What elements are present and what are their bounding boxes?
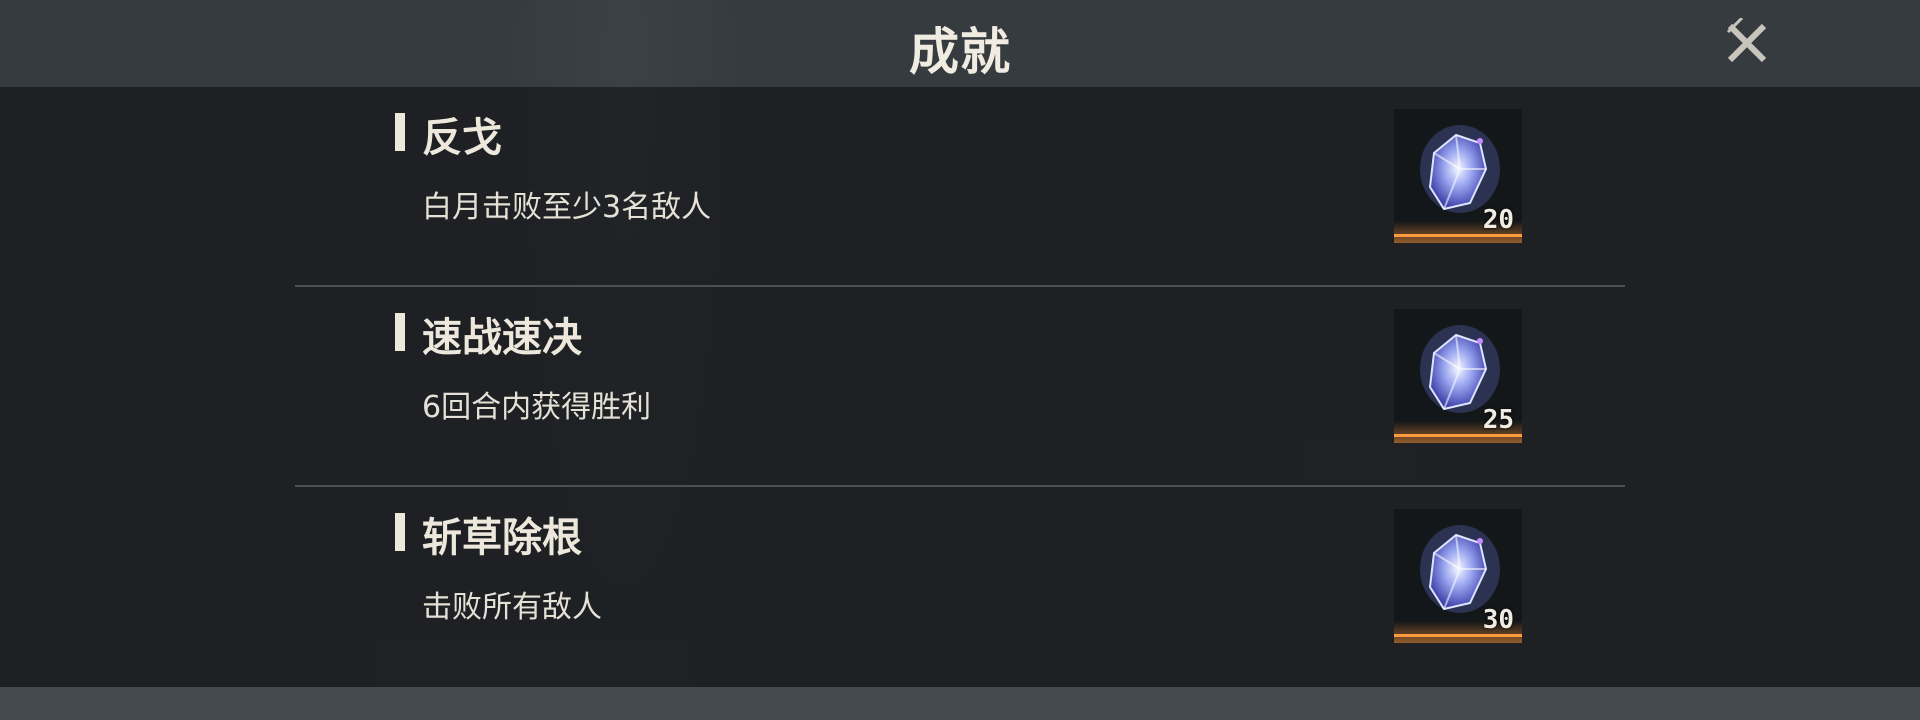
- achievement-row: 反戈 白月击败至少3名敌人 20: [0, 87, 1920, 287]
- reward-count: 20: [1482, 205, 1514, 235]
- achievement-row: 速战速决 6回合内获得胜利 25: [0, 287, 1920, 487]
- reward-item[interactable]: 20: [1394, 109, 1522, 243]
- page-title: 成就: [909, 23, 1011, 81]
- title-marker: [395, 113, 405, 151]
- achievement-description: 6回合内获得胜利: [422, 390, 652, 425]
- reward-item[interactable]: 25: [1394, 309, 1522, 443]
- reward-count: 25: [1482, 405, 1514, 435]
- achievement-title: 斩草除根: [422, 515, 582, 561]
- achievement-description: 白月击败至少3名敌人: [422, 190, 712, 225]
- title-marker: [395, 513, 405, 551]
- achievement-description: 击败所有敌人: [422, 590, 602, 625]
- bottom-strip: [0, 687, 1920, 720]
- achievement-panel: 反戈 白月击败至少3名敌人 20 速战速决 6回合内获得胜利 25 斩草除根 击…: [0, 87, 1920, 687]
- achievement-row: 斩草除根 击败所有敌人 30: [0, 487, 1920, 687]
- achievement-title: 速战速决: [422, 315, 582, 361]
- header-bar: 成就: [0, 0, 1920, 87]
- close-button[interactable]: [1722, 16, 1772, 68]
- achievement-title: 反戈: [422, 115, 502, 161]
- close-x-icon: [1726, 16, 1767, 63]
- reward-count: 30: [1482, 605, 1514, 635]
- reward-item[interactable]: 30: [1394, 509, 1522, 643]
- title-marker: [395, 313, 405, 351]
